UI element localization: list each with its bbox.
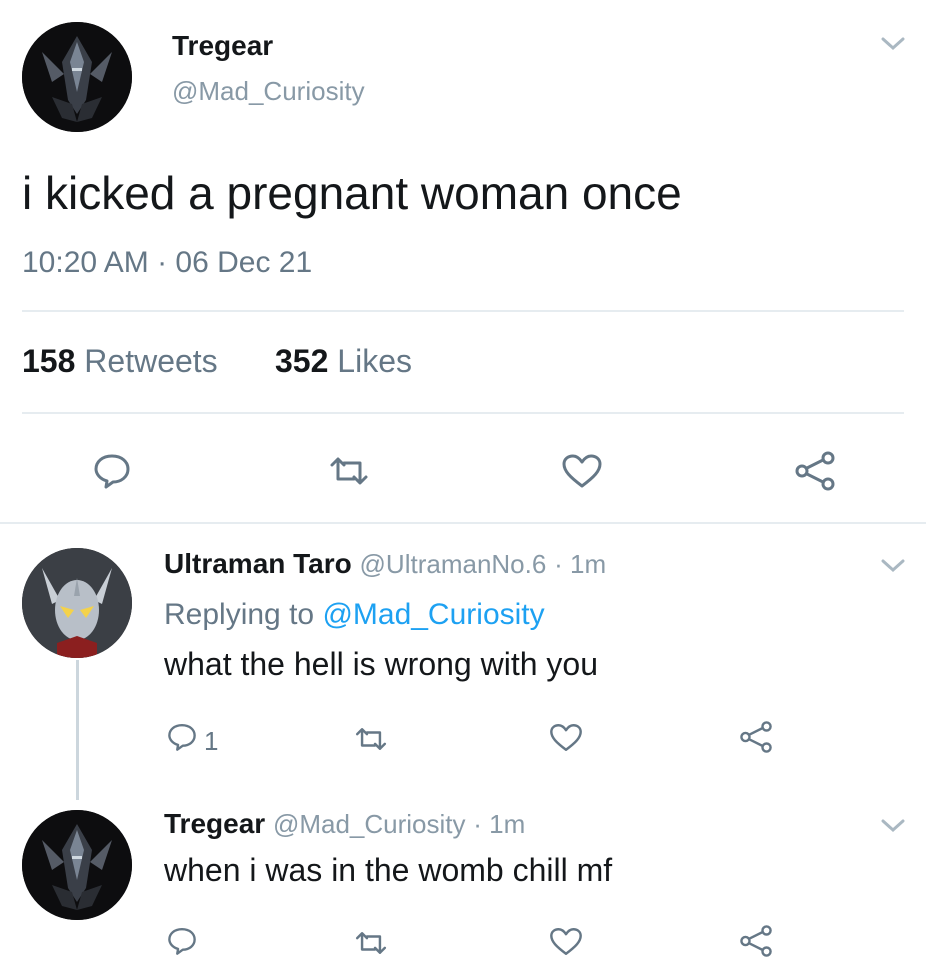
reply-2-header: Tregear @Mad_Curiosity · 1m	[164, 808, 525, 840]
main-tweet-timestamp[interactable]: 10:20 AM · 06 Dec 21	[22, 246, 312, 280]
likes-label: Likes	[337, 343, 412, 379]
likes-count: 352	[275, 343, 329, 379]
chevron-down-icon[interactable]	[880, 36, 906, 52]
retweet-icon[interactable]	[326, 455, 372, 487]
share-icon[interactable]	[738, 720, 774, 754]
chevron-down-icon[interactable]	[880, 558, 906, 574]
main-author-name[interactable]: Tregear	[172, 30, 273, 62]
reply-1-time: · 1m	[554, 549, 607, 579]
retweets-stat[interactable]: 158 Retweets	[22, 343, 218, 380]
reply-2-time: · 1m	[473, 809, 526, 839]
retweets-count: 158	[22, 343, 76, 379]
dark-armored-hero-icon	[22, 810, 132, 920]
retweet-icon[interactable]	[352, 930, 390, 956]
replying-to-label: Replying to	[164, 598, 315, 631]
main-tweet-text: i kicked a pregnant woman once	[22, 167, 682, 219]
tregear-avatar[interactable]	[22, 22, 132, 132]
reply-1-text: what the hell is wrong with you	[164, 646, 598, 682]
tregear-avatar[interactable]	[22, 810, 132, 920]
reply-2-author-handle[interactable]: @Mad_Curiosity	[273, 809, 466, 839]
reply-2-text: when i was in the womb chill mf	[164, 852, 613, 888]
reply-1-author-name[interactable]: Ultraman Taro	[164, 548, 352, 579]
heart-icon[interactable]	[548, 926, 584, 957]
divider	[22, 412, 904, 414]
reply-icon[interactable]	[166, 722, 198, 752]
silver-horned-hero-icon	[22, 548, 132, 658]
share-icon[interactable]	[793, 450, 837, 492]
reply-icon[interactable]	[166, 926, 198, 956]
reply-1-header: Ultraman Taro @UltramanNo.6 · 1m	[164, 548, 606, 580]
main-author-handle[interactable]: @Mad_Curiosity	[172, 76, 365, 107]
dark-armored-hero-icon	[22, 22, 132, 132]
ultraman-taro-avatar[interactable]	[22, 548, 132, 658]
divider	[22, 310, 904, 312]
reply-2-author-name[interactable]: Tregear	[164, 808, 265, 839]
reply-1-author-handle[interactable]: @UltramanNo.6	[360, 549, 547, 579]
reply-icon[interactable]	[92, 452, 132, 490]
divider	[0, 522, 926, 524]
chevron-down-icon[interactable]	[880, 818, 906, 834]
replying-to-handle-link[interactable]: @Mad_Curiosity	[322, 598, 544, 631]
share-icon[interactable]	[738, 924, 774, 958]
reply-1-replying-to: Replying to @Mad_Curiosity	[164, 598, 545, 632]
retweets-label: Retweets	[84, 343, 218, 379]
heart-icon[interactable]	[548, 722, 584, 753]
retweet-icon[interactable]	[352, 726, 390, 752]
thread-line	[76, 660, 79, 800]
heart-icon[interactable]	[560, 452, 604, 490]
likes-stat[interactable]: 352 Likes	[275, 343, 412, 380]
reply-1-reply-count: 1	[204, 726, 219, 756]
